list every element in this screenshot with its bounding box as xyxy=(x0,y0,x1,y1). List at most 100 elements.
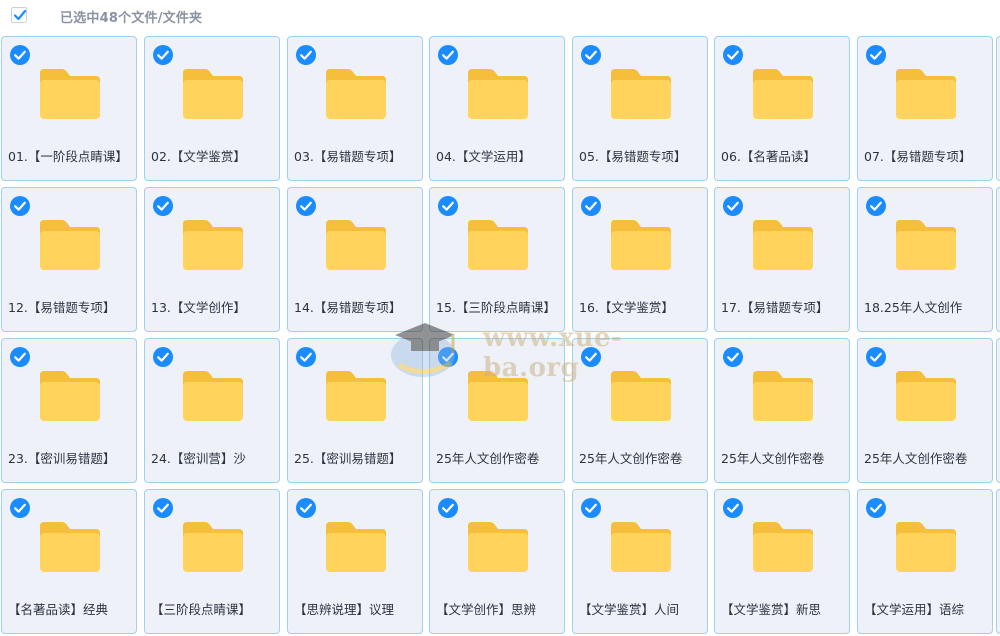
folder-tile[interactable]: 14.【易错题专项】 xyxy=(287,187,423,332)
selected-check-icon[interactable] xyxy=(10,196,30,216)
folder-tile[interactable]: 25年人文创作密卷 xyxy=(857,338,993,483)
folder-icon xyxy=(896,69,956,119)
selected-check-icon[interactable] xyxy=(723,45,743,65)
file-name: 12.【易错题专项】 xyxy=(8,300,116,315)
folder-tile[interactable]: 16.【文学鉴赏】 xyxy=(572,187,708,332)
file-name: 06.【名著品读】 xyxy=(721,149,816,164)
file-name: 25年人文创作密卷 xyxy=(579,451,683,466)
folder-tile[interactable]: 01.【一阶段点睛课】 xyxy=(1,36,137,181)
file-name: 15.【三阶段点睛课】 xyxy=(436,300,556,315)
file-name: 14.【易错题专项】 xyxy=(294,300,402,315)
folder-tile[interactable]: 12.【易错题专项】 xyxy=(1,187,137,332)
folder-tile[interactable]: 25年人文创作密卷 xyxy=(572,338,708,483)
selected-check-icon[interactable] xyxy=(866,45,886,65)
folder-icon xyxy=(611,522,671,572)
folder-icon xyxy=(468,522,528,572)
file-name: 【思辨说理】议理 xyxy=(294,602,395,617)
selected-check-icon[interactable] xyxy=(581,347,601,367)
file-name: 25.【密训易错题】 xyxy=(294,451,402,466)
file-name: 【文学鉴赏】新思 xyxy=(721,602,822,617)
folder-icon xyxy=(611,371,671,421)
selected-check-icon[interactable] xyxy=(438,347,458,367)
selected-check-icon[interactable] xyxy=(10,347,30,367)
file-name: 23.【密训易错题】 xyxy=(8,451,116,466)
folder-icon xyxy=(326,220,386,270)
folder-icon xyxy=(326,522,386,572)
file-name: 17.【易错题专项】 xyxy=(721,300,829,315)
folder-icon xyxy=(468,69,528,119)
folder-tile[interactable]: 02.【文学鉴赏】 xyxy=(144,36,280,181)
file-name: 25年人文创作密卷 xyxy=(864,451,968,466)
selected-check-icon[interactable] xyxy=(153,498,173,518)
file-name: 05.【易错题专项】 xyxy=(579,149,687,164)
selected-check-icon[interactable] xyxy=(438,196,458,216)
selected-check-icon[interactable] xyxy=(866,196,886,216)
selected-check-icon[interactable] xyxy=(10,45,30,65)
selected-check-icon[interactable] xyxy=(296,347,316,367)
folder-tile[interactable]: 24.【密训营】沙 xyxy=(144,338,280,483)
folder-icon xyxy=(183,220,243,270)
selected-check-icon[interactable] xyxy=(10,498,30,518)
file-name: 24.【密训营】沙 xyxy=(151,451,246,466)
folder-tile[interactable]: 25年人文创作密卷 xyxy=(429,338,565,483)
folder-tile[interactable]: 【名著品读】经典 xyxy=(1,489,137,634)
folder-icon xyxy=(896,371,956,421)
folder-tile[interactable]: 17.【易错题专项】 xyxy=(714,187,850,332)
folder-icon xyxy=(40,522,100,572)
file-name: 【三阶段点睛课】 xyxy=(151,602,252,617)
selected-check-icon[interactable] xyxy=(438,45,458,65)
partial-tile xyxy=(996,489,1000,634)
select-all-checkbox[interactable] xyxy=(11,7,27,23)
folder-tile[interactable]: 03.【易错题专项】 xyxy=(287,36,423,181)
selected-check-icon[interactable] xyxy=(153,45,173,65)
folder-tile[interactable]: 【文学鉴赏】人间 xyxy=(572,489,708,634)
selected-check-icon[interactable] xyxy=(723,196,743,216)
folder-tile[interactable]: 25年人文创作密卷 xyxy=(714,338,850,483)
next-column-edge xyxy=(996,36,1000,636)
folder-icon xyxy=(896,220,956,270)
folder-tile[interactable]: 18.25年人文创作 xyxy=(857,187,993,332)
selected-check-icon[interactable] xyxy=(296,45,316,65)
folder-tile[interactable]: 06.【名著品读】 xyxy=(714,36,850,181)
selected-check-icon[interactable] xyxy=(153,347,173,367)
folder-tile[interactable]: 25.【密训易错题】 xyxy=(287,338,423,483)
folder-tile[interactable]: 【文学鉴赏】新思 xyxy=(714,489,850,634)
folder-tile[interactable]: 23.【密训易错题】 xyxy=(1,338,137,483)
selected-check-icon[interactable] xyxy=(866,498,886,518)
selected-check-icon[interactable] xyxy=(153,196,173,216)
folder-tile[interactable]: 【文学创作】思辨 xyxy=(429,489,565,634)
selection-toolbar: 已选中48个文件/文件夹 xyxy=(0,0,1000,32)
folder-icon xyxy=(611,69,671,119)
folder-tile[interactable]: 【文学运用】语综 xyxy=(857,489,993,634)
selected-check-icon[interactable] xyxy=(296,498,316,518)
folder-tile[interactable]: 13.【文学创作】 xyxy=(144,187,280,332)
selected-check-icon[interactable] xyxy=(438,498,458,518)
selected-check-icon[interactable] xyxy=(581,196,601,216)
folder-tile[interactable]: 【三阶段点睛课】 xyxy=(144,489,280,634)
folder-icon xyxy=(896,522,956,572)
folder-icon xyxy=(611,220,671,270)
selected-check-icon[interactable] xyxy=(723,498,743,518)
selected-count-label: 已选中48个文件/文件夹 xyxy=(60,11,203,26)
file-name: 【文学鉴赏】人间 xyxy=(579,602,680,617)
selected-check-icon[interactable] xyxy=(581,498,601,518)
selected-check-icon[interactable] xyxy=(296,196,316,216)
file-name: 01.【一阶段点睛课】 xyxy=(8,149,128,164)
partial-tile xyxy=(996,187,1000,332)
file-name: 03.【易错题专项】 xyxy=(294,149,402,164)
folder-icon xyxy=(326,371,386,421)
selected-check-icon[interactable] xyxy=(723,347,743,367)
folder-icon xyxy=(183,69,243,119)
folder-tile[interactable]: 15.【三阶段点睛课】 xyxy=(429,187,565,332)
file-name: 18.25年人文创作 xyxy=(864,300,963,315)
file-name: 【文学创作】思辨 xyxy=(436,602,537,617)
file-name: 02.【文学鉴赏】 xyxy=(151,149,246,164)
selected-check-icon[interactable] xyxy=(866,347,886,367)
file-name: 04.【文学运用】 xyxy=(436,149,531,164)
folder-tile[interactable]: 04.【文学运用】 xyxy=(429,36,565,181)
folder-tile[interactable]: 05.【易错题专项】 xyxy=(572,36,708,181)
folder-icon xyxy=(753,69,813,119)
folder-tile[interactable]: 07.【易错题专项】 xyxy=(857,36,993,181)
selected-check-icon[interactable] xyxy=(581,45,601,65)
folder-tile[interactable]: 【思辨说理】议理 xyxy=(287,489,423,634)
